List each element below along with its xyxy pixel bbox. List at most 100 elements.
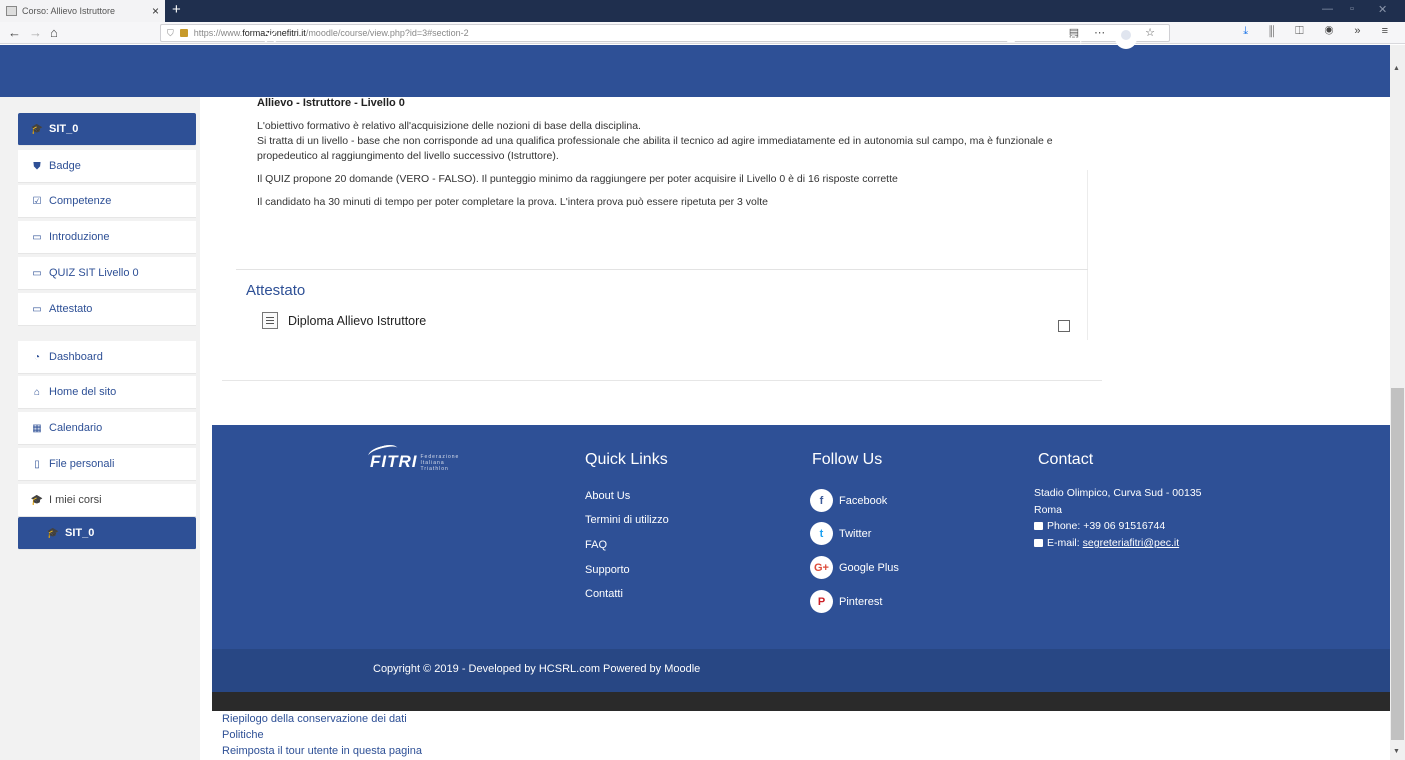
social-facebook[interactable]: f Facebook <box>810 489 887 512</box>
facebook-icon: f <box>810 489 833 512</box>
sidebar-item-label: Badge <box>49 160 81 172</box>
logo-subtitle: Federazione Italiana Triathlon <box>420 453 460 472</box>
social-label: Google Plus <box>839 561 899 574</box>
sidebar-item-home[interactable]: ⌂ Home del sito <box>18 376 196 409</box>
reset-tour-link[interactable]: Reimposta il tour utente in questa pagin… <box>222 745 422 757</box>
sidebar-item-label: File personali <box>49 458 115 470</box>
sidebar-item-miei-corsi[interactable]: 🎓 I miei corsi <box>18 484 196 517</box>
sidebar-item-label: Competenze <box>49 195 112 207</box>
forward-icon[interactable]: → <box>29 25 42 40</box>
browser-tabstrip: Corso: Allievo Istruttore × + — ▫ ✕ <box>0 0 1405 22</box>
folder-icon: ▭ <box>32 231 42 243</box>
new-tab-button[interactable]: + <box>172 1 181 18</box>
section-title: Attestato <box>246 282 306 299</box>
minimize-icon[interactable]: — <box>1322 3 1333 15</box>
contact-phone: Phone: +39 06 91516744 <box>1034 520 1165 532</box>
social-twitter[interactable]: t Twitter <box>810 522 871 545</box>
sidebar-item-label: Introduzione <box>49 231 110 243</box>
checkbox-icon: ☑ <box>32 195 42 207</box>
sidebar-item-label: Home del sito <box>49 386 117 398</box>
activity-link[interactable]: Diploma Allievo Istruttore <box>262 312 426 329</box>
sidebar-item-attestato[interactable]: ▭ Attestato <box>18 293 196 326</box>
scroll-up-icon[interactable]: ▲ <box>1393 65 1400 72</box>
user-name[interactable]: utente prova <box>1046 32 1107 44</box>
phone-text: Phone: +39 06 91516744 <box>1047 520 1166 532</box>
back-icon[interactable]: ← <box>8 25 21 40</box>
twitter-icon: t <box>810 522 833 545</box>
footer-link-about[interactable]: About Us <box>585 490 630 502</box>
summary-paragraph: L'obiettivo formativo è relativo all'acq… <box>257 120 641 132</box>
sidebar-item-label: QUIZ SIT Livello 0 <box>49 267 139 279</box>
toolbar-icons[interactable]: ⤓ ⫼ ◫ ◉ » ≡ <box>1243 25 1397 38</box>
footer-link-faq[interactable]: FAQ <box>585 539 607 551</box>
url-prefix: https://www. <box>193 28 243 38</box>
folder-icon: ▭ <box>32 303 42 315</box>
address-line: Stadio Olimpico, Curva Sud - 00135 <box>1034 487 1202 499</box>
sidebar-item-quiz[interactable]: ▭ QUIZ SIT Livello 0 <box>18 257 196 290</box>
graduation-cap-icon: 🎓 <box>30 494 44 506</box>
chat-icon[interactable] <box>1024 35 1034 41</box>
sidebar-item-label: Dashboard <box>49 351 103 363</box>
sidebar-item-badge[interactable]: ⛊ Badge <box>18 150 196 183</box>
home-icon: ⌂ <box>33 386 41 398</box>
file-icon: ▯ <box>34 458 40 470</box>
sidebar-item-label: Calendario <box>49 422 103 434</box>
scrollbar-thumb[interactable] <box>1391 388 1404 740</box>
calendar-icon: ▦ <box>32 422 42 434</box>
lock-icon <box>179 29 188 37</box>
google-plus-icon: G+ <box>810 556 833 579</box>
sidebar-item-competenze[interactable]: ☑ Competenze <box>18 185 196 218</box>
summary-paragraph: Il QUIZ propone 20 domande (VERO - FALSO… <box>257 173 898 185</box>
browser-navbar: ← → ⌂ ⛉ https://www. formazionefitri.it/m… <box>0 22 1405 44</box>
social-google-plus[interactable]: G+ Google Plus <box>810 556 899 579</box>
policies-link[interactable]: Politiche <box>222 729 264 741</box>
avatar[interactable] <box>1115 27 1138 49</box>
social-pinterest[interactable]: P Pinterest <box>810 590 882 613</box>
page-icon <box>262 312 278 329</box>
url-path: /moodle/course/view.php?id=3#section-2 <box>305 28 469 38</box>
graduation-cap-icon: 🎓 <box>30 123 44 135</box>
browser-tab[interactable]: Corso: Allievo Istruttore × <box>0 0 165 22</box>
sidebar-item-course[interactable]: 🎓 SIT_0 <box>18 113 196 146</box>
footer-link-supporto[interactable]: Supporto <box>585 564 630 576</box>
data-retention-link[interactable]: Riepilogo della conservazione dei dati <box>222 713 407 725</box>
footer-dark-strip <box>212 692 1390 711</box>
activity-label[interactable]: Diploma Allievo Istruttore <box>288 314 426 328</box>
sidebar-item-file-personali[interactable]: ▯ File personali <box>18 448 196 481</box>
completion-checkbox[interactable] <box>1058 320 1070 332</box>
footer-link-contatti[interactable]: Contatti <box>585 588 623 600</box>
moodle-header <box>0 45 1390 97</box>
address-city: Roma <box>1034 504 1063 516</box>
sidebar-item-introduzione[interactable]: ▭ Introduzione <box>18 221 196 254</box>
chevron-down-icon[interactable]: ▼ <box>1147 34 1155 43</box>
contact-email: E-mail: segreteriafitri@pec.it <box>1034 537 1179 549</box>
nav-drawer: 🎓 SIT_0 ⛊ Badge ☑ Competenze ▭ Introduzione … <box>0 97 200 760</box>
user-menu[interactable]: utente prova ▼ <box>1006 27 1155 49</box>
drawer-close-icon[interactable]: ✕ <box>262 28 279 48</box>
tab-close-icon[interactable]: × <box>152 4 159 18</box>
maximize-icon[interactable]: ▫ <box>1350 3 1354 15</box>
email-label: E-mail: <box>1047 537 1080 549</box>
social-label: Facebook <box>839 494 888 507</box>
sidebar-item-label: SIT_0 <box>49 123 79 135</box>
fitri-logo[interactable]: FITRI Federazione Italiana Triathlon <box>366 442 460 472</box>
shield-icon: ⛊ <box>33 160 41 172</box>
scroll-down-icon[interactable]: ▼ <box>1393 748 1400 755</box>
tab-title: Corso: Allievo Istruttore <box>22 6 116 16</box>
sidebar-item-calendario[interactable]: ▦ Calendario <box>18 412 196 445</box>
home-icon[interactable]: ⌂ <box>50 25 58 40</box>
sidebar-item-label: Attestato <box>49 303 93 315</box>
email-link[interactable]: segreteriafitri@pec.it <box>1083 537 1179 549</box>
bell-icon[interactable] <box>1006 34 1015 42</box>
dashboard-icon: ◔ <box>33 351 41 363</box>
sidebar-item-dashboard[interactable]: ◔ Dashboard <box>18 341 196 374</box>
window-close-icon[interactable]: ✕ <box>1378 3 1387 16</box>
download-icon[interactable]: ⤓ <box>1243 25 1257 37</box>
social-label: Pinterest <box>839 595 883 608</box>
sidebar-item-course-child[interactable]: 🎓 SIT_0 <box>18 517 196 550</box>
sidebar-item-label: SIT_0 <box>65 527 95 539</box>
footer-link-termini[interactable]: Termini di utilizzo <box>585 514 669 526</box>
folder-icon: ▭ <box>32 267 42 279</box>
sidebar-item-label: I miei corsi <box>49 494 102 506</box>
shield-icon: ⛉ <box>167 27 174 38</box>
